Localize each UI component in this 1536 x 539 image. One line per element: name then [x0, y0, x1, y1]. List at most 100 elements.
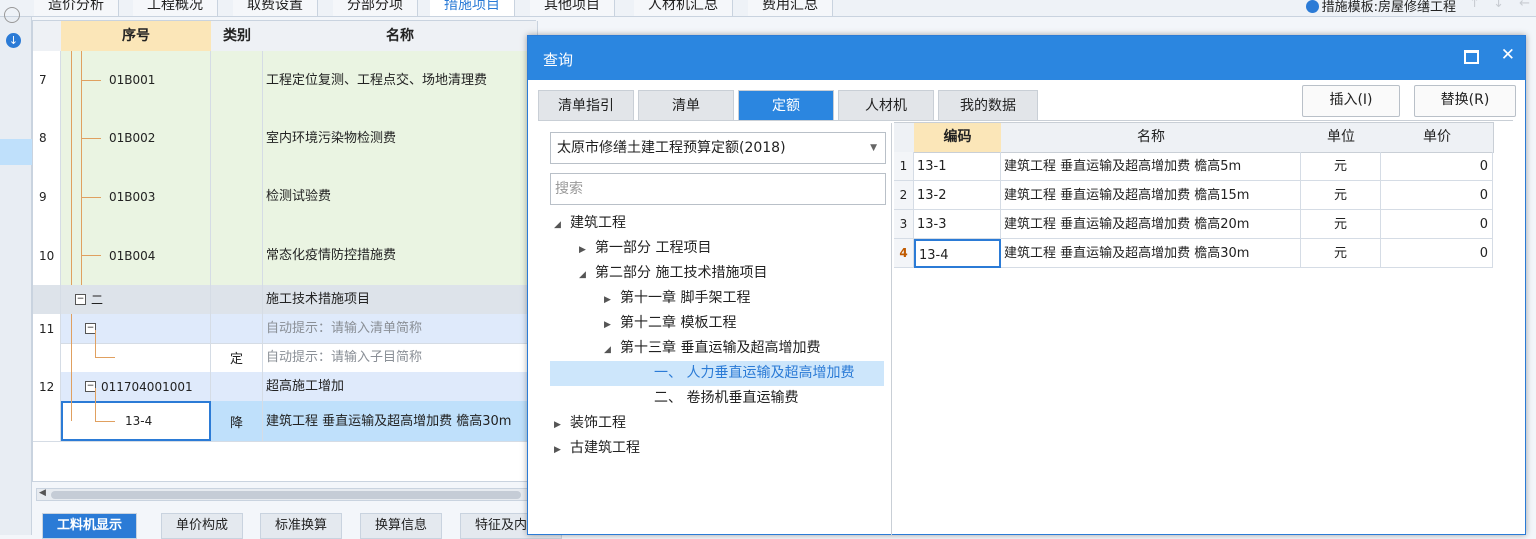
expanded-icon[interactable]: ◢ — [604, 338, 620, 363]
tree-node-decoration[interactable]: ▶ 装饰工程 — [554, 411, 626, 436]
quota-header-unit[interactable]: 单位 — [1301, 122, 1382, 153]
scroll-left-icon[interactable]: ◀ — [39, 488, 46, 498]
expanded-icon[interactable]: ◢ — [554, 213, 570, 238]
expanded-icon[interactable]: ◢ — [579, 263, 595, 288]
move-up-icon[interactable]: ↑ — [1469, 0, 1480, 11]
tree-node-part2[interactable]: ◢ 第二部分 施工技术措施项目 — [579, 261, 767, 286]
collapsed-icon[interactable]: ▶ — [604, 313, 620, 338]
chevron-down-icon[interactable]: ▼ — [870, 133, 877, 163]
row-name[interactable]: 建筑工程 垂直运输及超高增加费 檐高30m — [263, 401, 537, 441]
replace-button[interactable]: 替换(R) — [1414, 85, 1516, 117]
table-row[interactable]: 11 − 自动提示：请输入清单简称 — [33, 314, 537, 344]
bottom-tab-labor-material[interactable]: 工料机显示 — [42, 513, 138, 539]
tree-node-ancient[interactable]: ▶ 古建筑工程 — [554, 436, 640, 461]
tab-cost-analysis[interactable]: 造价分析 — [34, 0, 119, 16]
tab-measures[interactable]: 措施项目 — [430, 0, 515, 16]
row-type[interactable] — [211, 109, 263, 167]
dialog-tab-bill[interactable]: 清单 — [638, 90, 734, 121]
tab-sub-items[interactable]: 分部分项 — [333, 0, 418, 16]
quota-row-price[interactable]: 0 — [1381, 210, 1493, 239]
dialog-tab-bill-guide[interactable]: 清单指引 — [538, 90, 634, 121]
tree-node-hoist[interactable]: 二、 卷扬机垂直运输费 — [654, 386, 798, 411]
row-seq[interactable]: − 二 — [61, 285, 211, 314]
quota-row-name[interactable]: 建筑工程 垂直运输及超高增加费 檐高30m — [1001, 239, 1301, 268]
quota-row-unit[interactable]: 元 — [1301, 239, 1381, 268]
tree-node-ch13[interactable]: ◢ 第十三章 垂直运输及超高增加费 — [604, 336, 820, 361]
tab-fee-settings[interactable]: 取费设置 — [233, 0, 318, 16]
tree-node-building[interactable]: ◢ 建筑工程 — [554, 211, 626, 236]
table-row[interactable]: 定 自动提示：请输入子目简称 — [33, 343, 537, 373]
row-seq[interactable] — [61, 343, 211, 372]
table-row[interactable]: 10 01B004 常态化疫情防控措施费 — [33, 226, 537, 286]
panel-splitter[interactable] — [891, 123, 892, 536]
quota-row-code[interactable]: 13-2 — [914, 181, 1001, 210]
quota-row-code[interactable]: 13-1 — [914, 152, 1001, 181]
grid-header-seq[interactable]: 序号 — [61, 21, 212, 52]
row-name[interactable]: 超高施工增加 — [263, 372, 537, 401]
quota-row-price[interactable]: 0 — [1381, 181, 1493, 210]
row-name[interactable]: 检测试验费 — [263, 167, 537, 226]
tab-other-items[interactable]: 其他项目 — [530, 0, 615, 16]
row-seq[interactable]: −011704001001 — [61, 372, 211, 401]
row-name[interactable]: 工程定位复测、工程点交、场地清理费 — [263, 51, 537, 109]
collapsed-icon[interactable]: ▶ — [604, 288, 620, 313]
quota-row-name[interactable]: 建筑工程 垂直运输及超高增加费 檐高5m — [1001, 152, 1301, 181]
table-row-section[interactable]: − 二 施工技术措施项目 — [33, 285, 537, 315]
quota-row-code[interactable]: 13-3 — [914, 210, 1001, 239]
row-name-hint[interactable]: 自动提示：请输入子目简称 — [263, 343, 537, 372]
row-type[interactable] — [211, 167, 263, 226]
collapsed-icon[interactable]: ▶ — [554, 413, 570, 438]
tab-fee-summary[interactable]: 费用汇总 — [748, 0, 833, 16]
move-down-icon[interactable]: ↓ — [1493, 0, 1504, 11]
row-type[interactable] — [211, 285, 263, 314]
collapse-icon[interactable]: − — [75, 294, 86, 305]
quota-row[interactable]: 3 13-3 建筑工程 垂直运输及超高增加费 檐高20m 元 0 — [894, 210, 1493, 239]
quota-row[interactable]: 2 13-2 建筑工程 垂直运输及超高增加费 檐高15m 元 0 — [894, 181, 1493, 210]
tree-node-manual-vertical[interactable]: 一、 人力垂直运输及超高增加费 — [550, 361, 884, 386]
dialog-title-bar[interactable]: 查询 ✕ — [528, 36, 1525, 80]
search-input[interactable]: 搜索 — [550, 173, 886, 205]
quota-row-unit[interactable]: 元 — [1301, 181, 1381, 210]
table-row[interactable]: 9 01B003 检测试验费 — [33, 167, 537, 227]
dialog-tab-quota[interactable]: 定额 — [738, 90, 834, 121]
dialog-tab-my-data[interactable]: 我的数据 — [938, 90, 1038, 121]
quota-row-unit[interactable]: 元 — [1301, 152, 1381, 181]
tab-project-overview[interactable]: 工程概况 — [133, 0, 218, 16]
grid-header-name[interactable]: 名称 — [263, 21, 538, 52]
tree-node-ch12[interactable]: ▶ 第十二章 模板工程 — [604, 311, 736, 336]
collapsed-icon[interactable]: ▶ — [579, 238, 595, 263]
tree-node-part1[interactable]: ▶ 第一部分 工程项目 — [579, 236, 711, 261]
row-type[interactable] — [211, 226, 263, 285]
row-name[interactable]: 施工技术措施项目 — [263, 285, 537, 314]
measure-template[interactable]: 措施模板:房屋修缮工程 — [1305, 0, 1456, 15]
quota-header-name[interactable]: 名称 — [1001, 122, 1302, 153]
row-name-hint[interactable]: 自动提示：请输入清单简称 — [263, 314, 537, 343]
maximize-icon[interactable] — [1464, 50, 1479, 64]
table-row[interactable]: 8 01B002 室内环境污染物检测费 — [33, 109, 537, 168]
close-icon[interactable]: ✕ — [1501, 45, 1515, 65]
row-seq[interactable]: − — [61, 314, 211, 343]
quota-row-name[interactable]: 建筑工程 垂直运输及超高增加费 檐高15m — [1001, 181, 1301, 210]
quota-row-name[interactable]: 建筑工程 垂直运输及超高增加费 檐高20m — [1001, 210, 1301, 239]
bottom-tab-conversion-info[interactable]: 换算信息 — [360, 513, 443, 539]
bottom-tab-unit-price[interactable]: 单价构成 — [161, 513, 244, 539]
quota-row-current[interactable]: 4 13-4 建筑工程 垂直运输及超高增加费 檐高30m 元 0 — [894, 239, 1493, 268]
collapse-up-icon[interactable] — [4, 7, 20, 23]
table-row[interactable]: 7 01B001 工程定位复测、工程点交、场地清理费 — [33, 51, 537, 110]
row-seq[interactable]: 13-4 — [61, 401, 211, 441]
row-type[interactable]: 降 — [211, 401, 263, 441]
row-name[interactable]: 室内环境污染物检测费 — [263, 109, 537, 167]
quota-row-price[interactable]: 0 — [1381, 239, 1493, 268]
horizontal-scrollbar[interactable]: ◀ — [36, 488, 528, 501]
tab-labor-material-summary[interactable]: 人材机汇总 — [634, 0, 733, 16]
move-left-icon[interactable]: ← — [1519, 0, 1530, 11]
insert-button[interactable]: 插入(I) — [1302, 85, 1400, 117]
quota-row-price[interactable]: 0 — [1381, 152, 1493, 181]
table-row[interactable]: 12 −011704001001 超高施工增加 — [33, 372, 537, 402]
row-type[interactable] — [211, 51, 263, 109]
quota-row[interactable]: 1 13-1 建筑工程 垂直运输及超高增加费 檐高5m 元 0 — [894, 152, 1493, 181]
quota-row-unit[interactable]: 元 — [1301, 210, 1381, 239]
scroll-thumb[interactable] — [51, 491, 521, 499]
row-type[interactable]: 定 — [211, 343, 263, 372]
row-type[interactable] — [211, 372, 263, 401]
